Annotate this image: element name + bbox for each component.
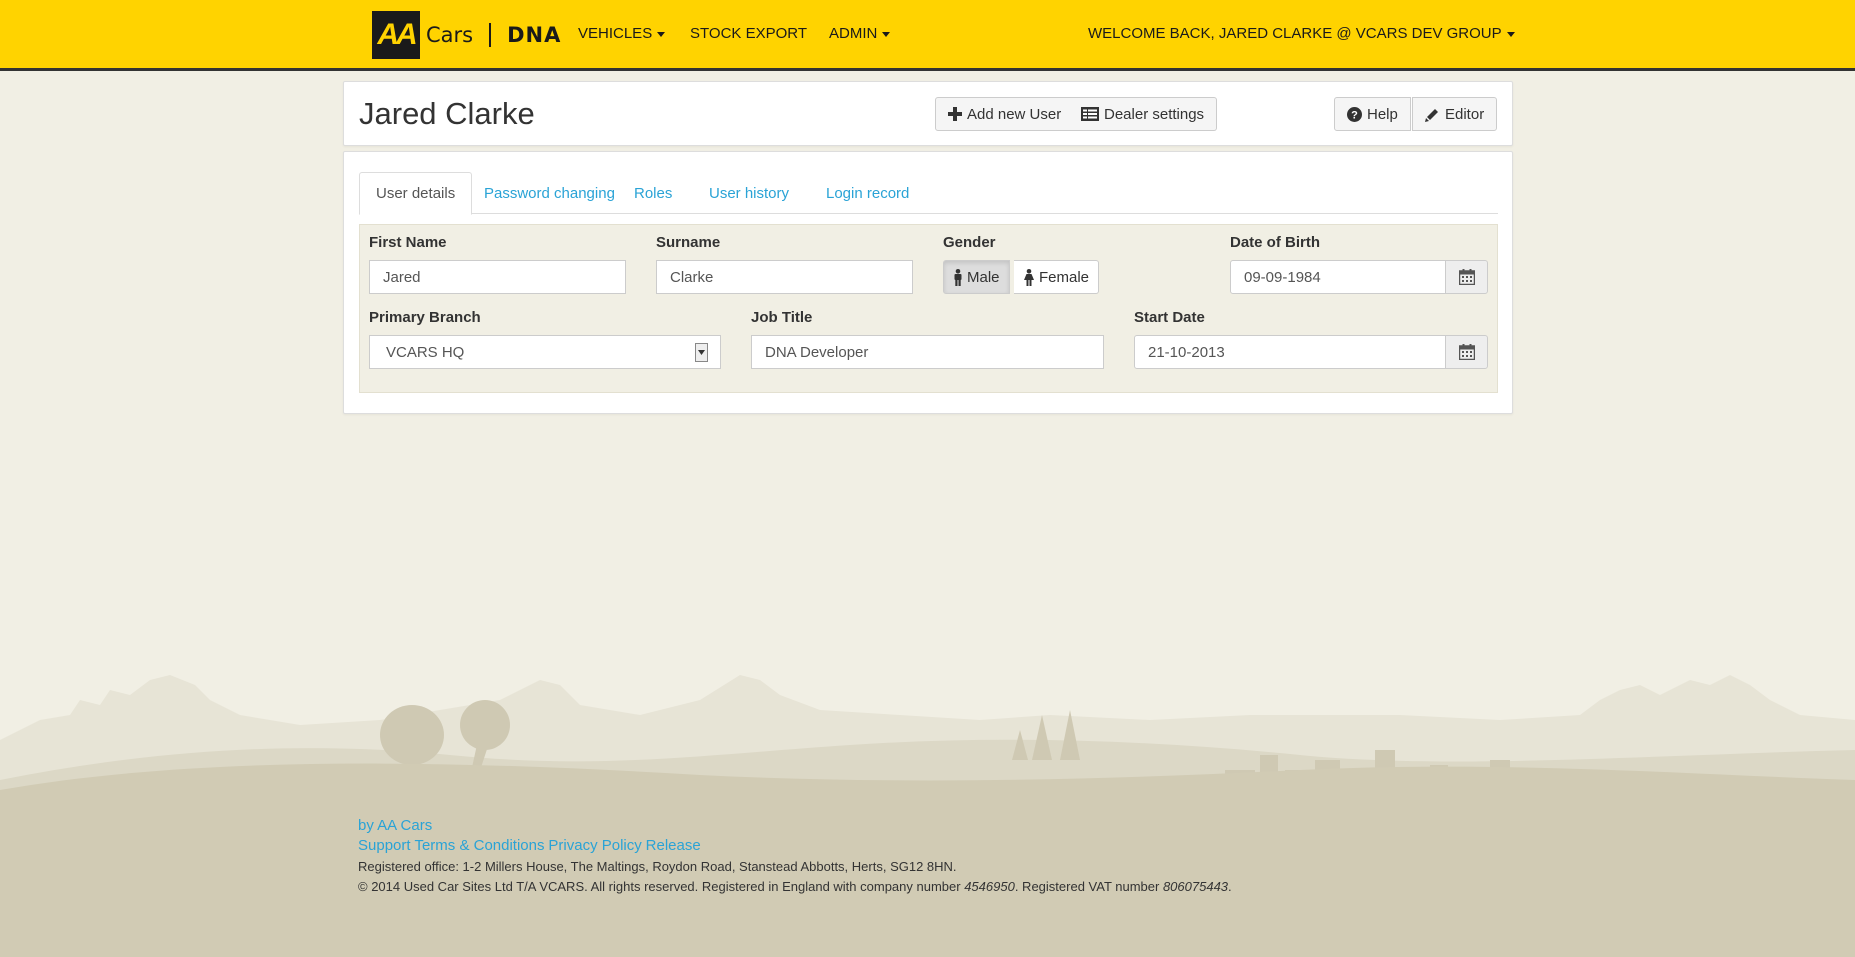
dealer-settings-label: Dealer settings (1104, 105, 1205, 123)
user-details-form: First Name Jared Surname Clarke Gender M… (359, 224, 1498, 393)
job-title-input[interactable]: DNA Developer (751, 335, 1104, 369)
gender-female-label: Female (1039, 268, 1090, 286)
dob-label: Date of Birth (1230, 234, 1320, 251)
brand-logo[interactable]: AA Cars DNA (372, 10, 561, 60)
nav-admin-menu[interactable]: ADMIN (829, 25, 891, 42)
nav-vehicles-label: VEHICLES (578, 25, 653, 42)
user-details-panel: User details Password changing Roles Use… (343, 151, 1513, 414)
calendar-icon (1458, 344, 1475, 360)
release-link[interactable]: Release (646, 837, 701, 854)
nav-vehicles-menu[interactable]: VEHICLES (578, 25, 666, 42)
caret-down-icon (657, 31, 666, 37)
aa-logo-badge: AA (372, 11, 420, 59)
add-new-user-label: Add new User (967, 105, 1062, 123)
pencil-icon (1425, 107, 1440, 122)
tab-label: Password changing (484, 184, 615, 202)
page-footer: by AA Cars Support Terms & Conditions Pr… (0, 815, 1855, 957)
brand-separator (489, 23, 492, 47)
dropdown-arrow-icon (695, 343, 708, 362)
page-title: Jared Clarke (359, 96, 535, 131)
vat-number: 806075443 (1162, 879, 1229, 894)
editor-button[interactable]: Editor (1412, 97, 1498, 131)
brand-product-text: DNA (507, 23, 562, 47)
nav-stock-export-label: STOCK EXPORT (690, 25, 807, 42)
start-date-input[interactable]: 21-10-2013 (1134, 335, 1446, 369)
brand-cars-text: Cars (426, 23, 474, 47)
user-tabs: User details Password changing Roles Use… (359, 172, 1498, 215)
nav-admin-label: ADMIN (829, 25, 878, 42)
primary-branch-select[interactable]: VCARS HQ (369, 335, 721, 369)
gender-male-button[interactable]: Male (943, 260, 1010, 294)
user-account-menu[interactable]: WELCOME BACK, JARED CLARKE @ VCARS DEV G… (1088, 25, 1515, 42)
caret-down-icon (882, 31, 891, 37)
tab-password-changing[interactable]: Password changing (468, 172, 631, 214)
footer-links: Support Terms & Conditions Privacy Polic… (358, 837, 701, 854)
plus-icon (948, 107, 962, 121)
gender-male-label: Male (967, 268, 1000, 286)
editor-label: Editor (1445, 105, 1485, 123)
top-navbar: AA Cars DNA VEHICLES STOCK EXPORT ADMIN … (0, 0, 1855, 71)
dob-input[interactable]: 09-09-1984 (1230, 260, 1446, 294)
primary-branch-value: VCARS HQ (386, 343, 465, 361)
registered-office-text: Registered office: 1-2 Millers House, Th… (358, 859, 957, 874)
help-button[interactable]: ? Help (1334, 97, 1411, 131)
job-title-label: Job Title (751, 309, 813, 326)
question-circle-icon: ? (1347, 106, 1362, 122)
list-settings-icon (1081, 107, 1099, 121)
copyright-prefix: © 2014 Used Car Sites Ltd T/A VCARS. All… (358, 879, 965, 894)
surname-input[interactable]: Clarke (656, 260, 913, 294)
tab-label: Login record (826, 184, 910, 202)
primary-branch-label: Primary Branch (369, 309, 481, 326)
start-date-calendar-button[interactable] (1445, 335, 1488, 369)
calendar-icon (1458, 269, 1475, 285)
nav-stock-export[interactable]: STOCK EXPORT (690, 25, 807, 42)
page-header-panel: Jared Clarke Add new User Dealer setting… (343, 81, 1513, 146)
tab-label: User details (376, 185, 456, 202)
landscape-illustration (0, 675, 1855, 820)
first-name-input[interactable]: Jared (369, 260, 626, 294)
help-label: Help (1367, 105, 1398, 123)
first-name-label: First Name (369, 234, 447, 251)
dob-calendar-button[interactable] (1445, 260, 1488, 294)
male-icon (953, 268, 963, 286)
tab-user-details[interactable]: User details (359, 172, 473, 215)
female-icon (1023, 268, 1035, 286)
svg-text:?: ? (1351, 109, 1358, 121)
welcome-label: WELCOME BACK, JARED CLARKE @ VCARS DEV G… (1088, 25, 1502, 42)
tab-label: User history (709, 184, 790, 202)
privacy-policy-link[interactable]: Privacy Policy (548, 837, 641, 854)
terms-link[interactable]: Terms & Conditions (414, 837, 544, 854)
surname-label: Surname (656, 234, 721, 251)
vat-prefix: . Registered VAT number (1014, 879, 1163, 894)
caret-down-icon (1506, 31, 1515, 37)
start-date-label: Start Date (1134, 309, 1205, 326)
tab-label: Roles (634, 184, 673, 202)
add-new-user-button[interactable]: Add new User (935, 97, 1075, 131)
gender-label: Gender (943, 234, 996, 251)
company-number: 4546950 (964, 879, 1015, 894)
dealer-settings-button[interactable]: Dealer settings (1069, 97, 1218, 131)
tab-roles[interactable]: Roles (618, 172, 688, 214)
by-aa-cars-link[interactable]: by AA Cars (358, 817, 432, 834)
copyright-text: © 2014 Used Car Sites Ltd T/A VCARS. All… (358, 879, 1232, 894)
copyright-suffix: . (1228, 879, 1232, 894)
tab-login-record[interactable]: Login record (810, 172, 925, 214)
gender-female-button[interactable]: Female (1014, 260, 1100, 294)
tab-user-history[interactable]: User history (693, 172, 805, 214)
support-link[interactable]: Support (358, 837, 411, 854)
